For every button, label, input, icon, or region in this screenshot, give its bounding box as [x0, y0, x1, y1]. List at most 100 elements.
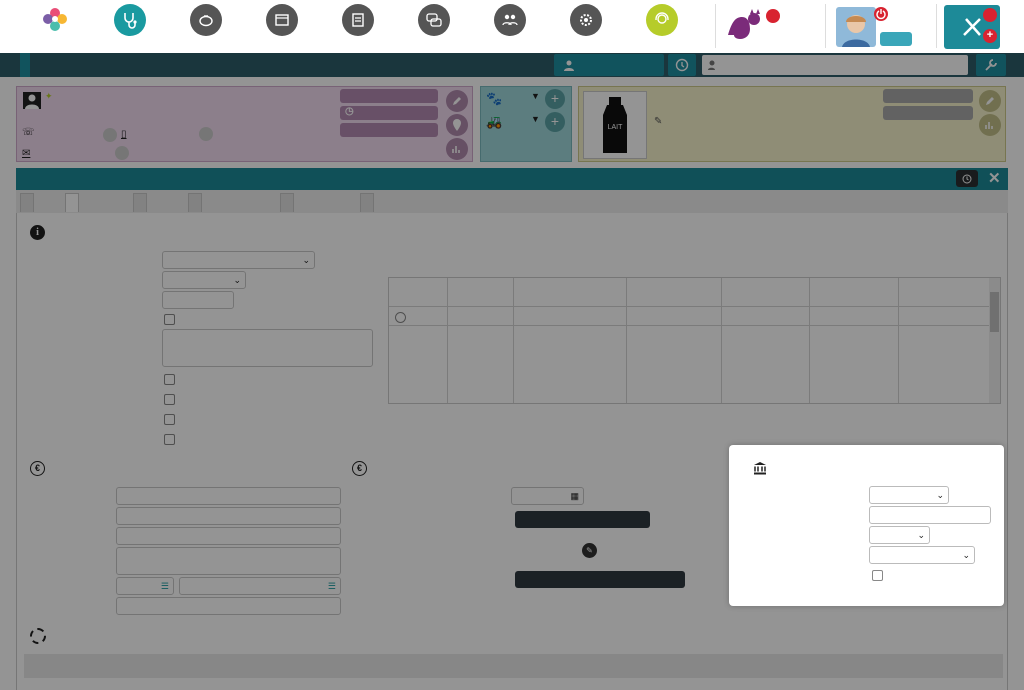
- power-off-icon[interactable]: [983, 8, 997, 22]
- edit-phone-icon[interactable]: [103, 128, 117, 142]
- exonere-checkbox[interactable]: [164, 394, 175, 405]
- gear-icon: [570, 4, 602, 36]
- tab-comptabilite[interactable]: [65, 193, 79, 212]
- history-button[interactable]: [956, 170, 978, 187]
- nav-management[interactable]: [470, 3, 550, 42]
- client-mobile[interactable]: ▯: [121, 129, 127, 140]
- tva-intracom-input[interactable]: [869, 506, 991, 524]
- location-button[interactable]: [446, 114, 468, 136]
- subnav-item[interactable]: [154, 53, 164, 77]
- non-assujetti-checkbox[interactable]: [872, 570, 883, 581]
- add-icon[interactable]: +: [983, 29, 997, 43]
- nav-gestion[interactable]: [318, 3, 398, 42]
- generate-pdf-button[interactable]: [515, 571, 685, 588]
- column-divider: [626, 278, 627, 403]
- pays-tva-select[interactable]: ⌄: [869, 526, 930, 544]
- releve-checkbox[interactable]: [164, 374, 175, 385]
- tab-organigramme[interactable]: [280, 193, 294, 212]
- close-icon[interactable]: ✕: [988, 169, 1001, 187]
- edit-icon[interactable]: ✎: [582, 543, 597, 558]
- paw-icon: 🐾: [486, 91, 503, 106]
- nav-assistance[interactable]: [622, 3, 702, 42]
- user-widget[interactable]: [834, 5, 914, 49]
- grille-select[interactable]: ⌄: [162, 251, 315, 269]
- history-button[interactable]: [668, 54, 696, 76]
- milk-bottle-label: LAIT: [608, 124, 624, 131]
- adresse-input[interactable]: [116, 547, 341, 575]
- ville-input[interactable]: ☰: [179, 577, 341, 595]
- subnav-item[interactable]: [366, 53, 376, 77]
- column-divider: [447, 278, 448, 403]
- chevron-down-icon[interactable]: ▼: [531, 114, 540, 124]
- agios-checkbox[interactable]: [164, 414, 175, 425]
- nav-comptabilite[interactable]: [166, 3, 246, 42]
- power-icon[interactable]: [874, 7, 888, 21]
- pays-input[interactable]: [116, 597, 341, 615]
- animal-status: [883, 89, 973, 103]
- add-pet-button[interactable]: +: [545, 89, 565, 109]
- sub-navigation: [0, 53, 1024, 77]
- row-radio[interactable]: [395, 312, 406, 323]
- subnav-item[interactable]: [245, 53, 255, 77]
- chevron-down-icon[interactable]: ▼: [531, 91, 540, 101]
- subnav-item[interactable]: [96, 53, 106, 77]
- table-scrollbar[interactable]: [989, 278, 1000, 403]
- client-search-input[interactable]: [702, 55, 968, 75]
- categorie-select[interactable]: ⌄: [869, 486, 949, 504]
- periodicite-select[interactable]: ⌄: [162, 271, 246, 289]
- insolvable-checkbox[interactable]: [164, 434, 175, 445]
- piggy-bank-icon: [190, 4, 222, 36]
- subnav-item[interactable]: [20, 53, 30, 77]
- tabs-bar: [16, 190, 1008, 213]
- scroll-thumb[interactable]: [990, 292, 999, 332]
- edit-email-icon[interactable]: [115, 146, 129, 160]
- wrench-button[interactable]: [976, 54, 1006, 76]
- chevron-down-icon: ⌄: [917, 530, 925, 540]
- tools-icon: [963, 18, 981, 36]
- animal-stats-button[interactable]: [979, 114, 1001, 136]
- client-tag: ✦: [45, 91, 53, 101]
- calendar-icon[interactable]: ▦: [570, 488, 579, 504]
- subnav-item[interactable]: [289, 53, 299, 77]
- edit-client-button[interactable]: [446, 90, 468, 112]
- juridique-panel: ⌄ ⌄ ⌄: [729, 445, 1004, 606]
- column-divider: [721, 278, 722, 403]
- exemplaires-input[interactable]: [162, 291, 234, 309]
- tab-notifications[interactable]: [360, 193, 374, 212]
- subnav-item[interactable]: [421, 53, 431, 77]
- nav-communication[interactable]: [394, 3, 474, 42]
- date-signature-input[interactable]: ▦: [511, 487, 584, 505]
- encaissement-table: [388, 277, 1001, 404]
- chat-icon: [418, 4, 450, 36]
- bic-input[interactable]: [116, 507, 341, 525]
- edit-mobile-icon[interactable]: [199, 127, 213, 141]
- clinic-widget[interactable]: [724, 5, 816, 49]
- nav-accueil[interactable]: [15, 3, 95, 42]
- support-agent-icon: [646, 4, 678, 36]
- add-farm-button[interactable]: +: [545, 112, 565, 132]
- animal-status-empty: [883, 106, 973, 120]
- retard-checkbox[interactable]: [164, 314, 175, 325]
- impayes-textarea[interactable]: [162, 329, 373, 367]
- client-email[interactable]: ✉: [22, 148, 30, 159]
- forme-juridique-select[interactable]: ⌄: [869, 546, 975, 564]
- banque-input[interactable]: [116, 527, 341, 545]
- new-client-button[interactable]: [554, 54, 664, 76]
- animal-memo[interactable]: ✎: [654, 116, 662, 127]
- nav-veterinaire[interactable]: [90, 3, 170, 42]
- nav-parametres[interactable]: [546, 3, 626, 42]
- list-icon[interactable]: ☰: [328, 578, 336, 594]
- cp-input[interactable]: ☰: [116, 577, 174, 595]
- client-balance: [340, 123, 438, 137]
- loading-circle-icon: [30, 628, 46, 644]
- tab-identite[interactable]: [20, 193, 34, 212]
- stats-button[interactable]: [446, 138, 468, 160]
- iban-input[interactable]: [116, 487, 341, 505]
- tab-bloc-note[interactable]: [133, 193, 147, 212]
- row-divider: [389, 325, 989, 326]
- edit-animal-button[interactable]: [979, 90, 1001, 112]
- tab-historique-mailing[interactable]: [188, 193, 202, 212]
- list-icon[interactable]: ☰: [161, 578, 169, 594]
- nav-logistique[interactable]: [242, 3, 322, 42]
- select-file-button[interactable]: [515, 511, 650, 528]
